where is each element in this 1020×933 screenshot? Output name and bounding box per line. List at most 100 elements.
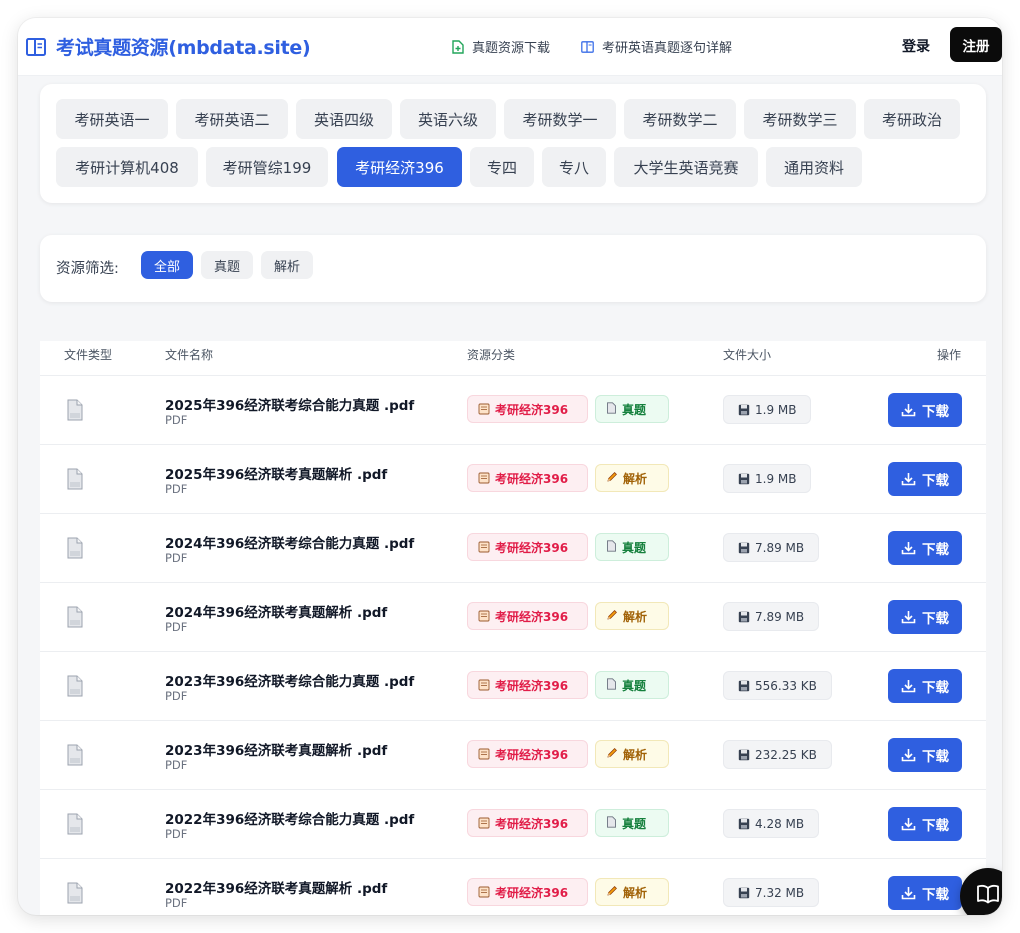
- layout-icon: [581, 40, 594, 53]
- notebook-icon: [478, 472, 490, 484]
- table-row[interactable]: 2022年396经济联考综合能力真题 .pdf PDF 考研经济396 真题 4…: [40, 790, 986, 859]
- notebook-icon: [478, 748, 490, 760]
- file-size: 1.9 MB: [723, 395, 812, 424]
- filter-analysis[interactable]: 解析: [261, 251, 313, 279]
- floppy-disk-icon: [738, 542, 750, 553]
- kind-text: 解析: [623, 471, 648, 486]
- floppy-disk-icon: [738, 611, 750, 622]
- brand[interactable]: 考试真题资源(mbdata.site): [26, 33, 311, 60]
- file-type: PDF: [165, 689, 188, 703]
- download-label: 下载: [922, 818, 949, 834]
- floppy-disk-icon: [738, 749, 750, 760]
- category-kaoyan-english-2[interactable]: 考研英语二: [176, 99, 288, 139]
- file-size: 4.28 MB: [723, 809, 820, 838]
- category-kaoyan-math-3[interactable]: 考研数学三: [744, 99, 856, 139]
- filter-all[interactable]: 全部: [141, 251, 193, 279]
- category-kaoyan-english-1[interactable]: 考研英语一: [56, 99, 168, 139]
- category-general[interactable]: 通用资料: [766, 147, 862, 187]
- login-link[interactable]: 登录: [902, 36, 930, 56]
- file-name: 2024年396经济联考综合能力真题 .pdf: [165, 536, 415, 552]
- table-row[interactable]: 2023年396经济联考真题解析 .pdf PDF 考研经济396 解析 232…: [40, 721, 986, 790]
- file-icon: [65, 744, 85, 766]
- category-card: 考研英语一 考研英语二 英语四级 英语六级 考研数学一 考研数学二 考研数学三 …: [40, 84, 986, 203]
- category-cet6[interactable]: 英语六级: [400, 99, 496, 139]
- category-text: 考研经济396: [495, 540, 569, 555]
- download-button[interactable]: 下载: [888, 462, 962, 496]
- category-tag: 考研经济396: [467, 533, 588, 561]
- table-row[interactable]: 2024年396经济联考真题解析 .pdf PDF 考研经济396 解析 7.8…: [40, 583, 986, 652]
- file-icon: [65, 399, 85, 421]
- category-tag: 考研经济396: [467, 671, 588, 699]
- download-button[interactable]: 下载: [888, 669, 962, 703]
- category-text: 考研经济396: [495, 471, 569, 486]
- file-icon: [65, 675, 85, 697]
- category-kaoyan-cs408[interactable]: 考研计算机408: [56, 147, 198, 187]
- file-type: PDF: [165, 896, 188, 910]
- file-icon: [65, 813, 85, 835]
- nav-resource-download[interactable]: 真题资源下载: [452, 37, 550, 56]
- category-text: 考研经济396: [495, 816, 569, 831]
- download-icon: [901, 887, 916, 900]
- file-name: 2025年396经济联考综合能力真题 .pdf: [165, 398, 415, 414]
- download-button[interactable]: 下载: [888, 876, 962, 910]
- table-row[interactable]: 2023年396经济联考综合能力真题 .pdf PDF 考研经济396 真题 5…: [40, 652, 986, 721]
- category-tem4[interactable]: 专四: [470, 147, 534, 187]
- resource-table: 文件类型 文件名称 资源分类 文件大小 操作 2025年396经济联考综合能力真…: [40, 341, 986, 915]
- download-icon: [901, 473, 916, 486]
- page-icon: [606, 401, 617, 417]
- open-book-icon: [976, 884, 1000, 908]
- floppy-disk-icon: [738, 887, 750, 898]
- table-row[interactable]: 2022年396经济联考真题解析 .pdf PDF 考研经济396 解析 7.3…: [40, 859, 986, 915]
- kind-tag: 真题: [595, 533, 669, 561]
- category-tem8[interactable]: 专八: [542, 147, 606, 187]
- download-button[interactable]: 下载: [888, 807, 962, 841]
- table-row[interactable]: 2025年396经济联考真题解析 .pdf PDF 考研经济396 解析 1.9…: [40, 445, 986, 514]
- download-label: 下载: [922, 887, 949, 903]
- file-type: PDF: [165, 620, 188, 634]
- table-row[interactable]: 2025年396经济联考综合能力真题 .pdf PDF 考研经济396 真题 1…: [40, 376, 986, 445]
- download-button[interactable]: 下载: [888, 393, 962, 427]
- kind-text: 解析: [623, 747, 648, 762]
- table-header: 文件类型 文件名称 资源分类 文件大小 操作: [40, 341, 986, 376]
- file-size-text: 7.32 MB: [755, 885, 805, 900]
- download-label: 下载: [922, 542, 949, 558]
- header-action: 操作: [937, 348, 962, 362]
- category-english-contest[interactable]: 大学生英语竞赛: [614, 147, 758, 187]
- file-name: 2022年396经济联考真题解析 .pdf: [165, 881, 388, 897]
- notebook-icon: [478, 541, 490, 553]
- sidebar-layout-icon: [26, 37, 46, 56]
- category-kaoyan-mgmt199[interactable]: 考研管综199: [206, 147, 328, 187]
- category-text: 考研经济396: [495, 678, 569, 693]
- category-kaoyan-math-2[interactable]: 考研数学二: [624, 99, 736, 139]
- file-size: 232.25 KB: [723, 740, 832, 769]
- page-icon: [606, 677, 617, 693]
- filter-real-exam[interactable]: 真题: [201, 251, 253, 279]
- kind-tag: 解析: [595, 602, 669, 630]
- download-button[interactable]: 下载: [888, 531, 962, 565]
- category-tag: 考研经济396: [467, 395, 588, 423]
- download-label: 下载: [922, 749, 949, 765]
- table-row[interactable]: 2024年396经济联考综合能力真题 .pdf PDF 考研经济396 真题 7…: [40, 514, 986, 583]
- category-kaoyan-math-1[interactable]: 考研数学一: [504, 99, 616, 139]
- category-cet4[interactable]: 英语四级: [296, 99, 392, 139]
- file-name: 2022年396经济联考综合能力真题 .pdf: [165, 812, 415, 828]
- category-kaoyan-politics[interactable]: 考研政治: [864, 99, 960, 139]
- download-button[interactable]: 下载: [888, 600, 962, 634]
- download-button[interactable]: 下载: [888, 738, 962, 772]
- nav-english-explained[interactable]: 考研英语真题逐句详解: [581, 37, 732, 56]
- site-title: 考试真题资源(mbdata.site): [56, 37, 311, 59]
- file-type: PDF: [165, 482, 188, 496]
- file-size: 1.9 MB: [723, 464, 812, 493]
- top-header: 考试真题资源(mbdata.site) 真题资源下载 考研英语真题逐句详解 登录…: [18, 18, 1002, 76]
- download-icon: [901, 749, 916, 762]
- file-name: 2024年396经济联考真题解析 .pdf: [165, 605, 388, 621]
- notebook-icon: [478, 886, 490, 898]
- register-button[interactable]: 注册: [950, 27, 1002, 62]
- category-tag: 考研经济396: [467, 602, 588, 630]
- file-size-text: 7.89 MB: [755, 540, 805, 555]
- page-icon: [606, 815, 617, 831]
- header-category: 资源分类: [467, 348, 516, 362]
- file-size-text: 1.9 MB: [755, 402, 797, 417]
- category-kaoyan-econ396[interactable]: 考研经济396: [337, 147, 462, 187]
- floppy-disk-icon: [738, 404, 750, 415]
